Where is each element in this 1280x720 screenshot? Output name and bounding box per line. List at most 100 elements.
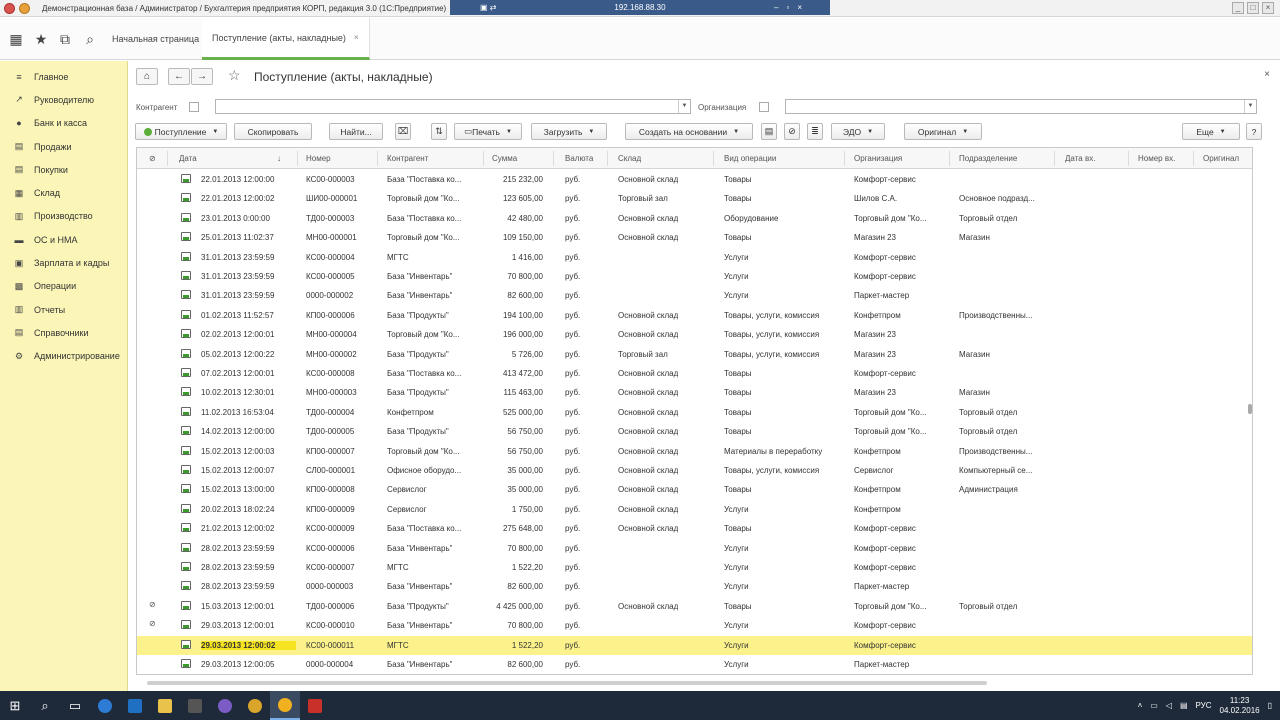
column-header-original[interactable]: Оригинал <box>1203 154 1239 163</box>
table-row[interactable]: 29.03.2013 12:00:05 0000-000004 База "Инве… <box>137 655 1252 674</box>
viber-icon[interactable] <box>210 691 240 720</box>
sidebar-item-operations[interactable]: ▩ Операции <box>0 275 127 298</box>
column-header-department[interactable]: Подразделение <box>959 154 1017 163</box>
column-header-contractor[interactable]: Контрагент <box>387 154 428 163</box>
table-row[interactable]: 14.02.2013 12:00:00 ТД00-000005 База "Прод… <box>137 422 1252 441</box>
close-window-button[interactable]: × <box>1262 2 1274 14</box>
close-form-icon[interactable]: × <box>1264 69 1270 80</box>
sidebar-item-warehouse[interactable]: ▦ Склад <box>0 181 127 204</box>
table-row[interactable]: 15.02.2013 12:00:03 КП00-000007 Торговый д… <box>137 442 1252 461</box>
language-indicator[interactable]: РУС <box>1196 701 1212 710</box>
sidebar-item-manager[interactable]: ↗ Руководителю <box>0 88 127 111</box>
home-button[interactable]: ⌂ <box>136 68 158 85</box>
sidebar-item-main[interactable]: ≡ Главное <box>0 65 127 88</box>
sidebar-item-production[interactable]: ▥ Производство <box>0 205 127 228</box>
table-row[interactable]: 29.03.2013 12:00:02 КС00-000011 МГТС 1 522,… <box>137 635 1252 655</box>
table-row[interactable]: 31.01.2013 23:59:59 КС00-000005 База "Инве… <box>137 267 1252 286</box>
sidebar-item-sales[interactable]: ▤ Продажи <box>0 135 127 158</box>
table-row[interactable]: ⊘ 15.03.2013 12:00:01 ТД00-000006 База "Про… <box>137 597 1252 616</box>
column-header-organization[interactable]: Организация <box>854 154 902 163</box>
report-icon[interactable]: ▤ <box>761 123 777 140</box>
more-button[interactable]: Еще ▼ <box>1182 123 1240 140</box>
clear-search-icon[interactable]: ⌧ <box>395 123 411 140</box>
favorite-star-icon[interactable]: ☆ <box>228 67 241 84</box>
table-row[interactable]: 31.01.2013 23:59:59 КС00-000004 МГТС 1 416,… <box>137 248 1252 267</box>
network-icon[interactable]: ▭ <box>1150 701 1158 710</box>
sidebar-item-reports[interactable]: ▥ Отчеты <box>0 298 127 321</box>
chrome-icon[interactable] <box>240 691 270 720</box>
table-row[interactable]: 07.02.2013 12:00:01 КС00-000008 База "Пост… <box>137 364 1252 383</box>
column-header-operation[interactable]: Вид операции <box>724 154 776 163</box>
back-button[interactable]: ← <box>168 68 190 85</box>
edge-browser-icon[interactable] <box>90 691 120 720</box>
tab-close-icon[interactable]: × <box>354 33 359 42</box>
attachment-column-icon[interactable]: ⊘ <box>149 154 156 163</box>
contractor-filter-input[interactable]: ▼ <box>215 99 691 114</box>
sidebar-item-bank[interactable]: ● Банк и касса <box>0 112 127 135</box>
org-filter-input[interactable]: ▼ <box>785 99 1257 114</box>
pdf-reader-icon[interactable] <box>300 691 330 720</box>
org-filter-checkbox[interactable] <box>759 102 769 112</box>
history-icon[interactable]: ⧉ <box>57 31 73 47</box>
menu-icon[interactable] <box>19 2 30 14</box>
notifications-icon[interactable]: ▤ <box>1180 701 1188 710</box>
table-row[interactable]: 05.02.2013 12:00:22 МН00-000002 База "Прод… <box>137 345 1252 364</box>
sidebar-item-assets[interactable]: ▬ ОС и НМА <box>0 228 127 251</box>
copy-button[interactable]: Скопировать <box>234 123 312 140</box>
original-button[interactable]: Оригинал ▼ <box>904 123 982 140</box>
clock[interactable]: 11:23 04.02.2016 <box>1220 696 1260 716</box>
load-button[interactable]: Загрузить ▼ <box>531 123 607 140</box>
table-row[interactable]: 15.02.2013 13:00:00 КП00-000008 Сервислог 3… <box>137 480 1252 499</box>
receipt-create-button[interactable]: Поступление ▼ <box>135 123 227 140</box>
volume-icon[interactable]: ◁ <box>1166 701 1172 710</box>
table-row[interactable]: 15.02.2013 12:00:07 СЛ00-000001 Офисное об… <box>137 461 1252 480</box>
search-icon[interactable]: ⌕ <box>82 31 98 47</box>
table-row[interactable]: 28.02.2013 23:59:59 0000-000003 База "Инве… <box>137 577 1252 596</box>
outlook-icon[interactable] <box>120 691 150 720</box>
action-center-icon[interactable]: ▯ <box>1268 701 1272 710</box>
create-based-on-button[interactable]: Создать на основании ▼ <box>625 123 753 140</box>
calculator-icon[interactable] <box>180 691 210 720</box>
start-windows-icon[interactable]: ⊞ <box>0 691 30 720</box>
column-header-number[interactable]: Номер <box>306 154 331 163</box>
forward-button[interactable]: → <box>191 68 213 85</box>
search-icon[interactable]: ⌕ <box>30 691 60 720</box>
tab-receipts[interactable]: Поступление (акты, накладные) × <box>202 18 370 60</box>
table-row[interactable]: 10.02.2013 12:30:01 МН00-000003 База "Прод… <box>137 383 1252 402</box>
post-document-icon[interactable]: ⇅ <box>431 123 447 140</box>
print-button[interactable]: ▭ Печать ▼ <box>454 123 522 140</box>
table-row[interactable]: 28.02.2013 23:59:59 КС00-000007 МГТС 1 522,… <box>137 558 1252 577</box>
help-button[interactable]: ? <box>1246 123 1262 140</box>
table-row[interactable]: 11.02.2013 16:53:04 ТД00-000004 Конфетпром… <box>137 403 1252 422</box>
table-row[interactable]: 25.01.2013 11:02:37 МН00-000001 Торговый д… <box>137 228 1252 247</box>
maximize-button[interactable]: □ <box>1247 2 1259 14</box>
find-button[interactable]: Найти... <box>329 123 383 140</box>
tab-home[interactable]: Начальная страница <box>102 18 211 60</box>
table-row[interactable]: 21.02.2013 12:00:02 КС00-000009 База "Пост… <box>137 519 1252 538</box>
apps-grid-icon[interactable]: ▦ <box>8 31 24 47</box>
horizontal-scrollbar[interactable] <box>147 681 987 685</box>
task-view-icon[interactable]: ▭ <box>60 691 90 720</box>
favorites-star-icon[interactable]: ★ <box>33 31 49 47</box>
column-header-warehouse[interactable]: Склад <box>618 154 641 163</box>
column-header-in-date[interactable]: Дата вх. <box>1065 154 1095 163</box>
table-row[interactable]: 22.01.2013 12:00:00 КС00-000003 База "Пост… <box>137 170 1252 189</box>
table-row[interactable]: 02.02.2013 12:00:01 МН00-000004 Торговый д… <box>137 325 1252 344</box>
documents-table[interactable]: ⊘ Дата ↓ Номер Контрагент Сумма Валюта С… <box>136 147 1253 675</box>
table-row[interactable]: 20.02.2013 18:02:24 КП00-000009 Сервислог 1… <box>137 500 1252 519</box>
sidebar-item-catalogs[interactable]: ▤ Справочники <box>0 321 127 344</box>
sidebar-item-purchases[interactable]: ▤ Покупки <box>0 158 127 181</box>
sidebar-item-admin[interactable]: ⚙ Администрирование <box>0 345 127 368</box>
table-row[interactable]: 22.01.2013 12:00:02 ШИ00-000001 Торговый д… <box>137 189 1252 208</box>
column-header-sum[interactable]: Сумма <box>492 154 517 163</box>
attachment-icon[interactable]: ⊘ <box>784 123 800 140</box>
table-row[interactable]: 28.02.2013 23:59:59 КС00-000006 База "Инве… <box>137 539 1252 558</box>
table-row[interactable]: 23.01.2013 0:00:00 ТД00-000003 База "Поста… <box>137 209 1252 228</box>
table-row[interactable]: 01.02.2013 11:52:57 КП00-000006 База "Прод… <box>137 306 1252 325</box>
file-explorer-icon[interactable] <box>150 691 180 720</box>
minimize-button[interactable]: _ <box>1232 2 1244 14</box>
edo-button[interactable]: ЭДО ▼ <box>831 123 885 140</box>
table-row[interactable]: 31.01.2013 23:59:59 0000-000002 База "Инве… <box>137 286 1252 305</box>
1c-app-icon[interactable] <box>270 691 300 720</box>
vertical-scrollbar[interactable] <box>1246 169 1252 674</box>
